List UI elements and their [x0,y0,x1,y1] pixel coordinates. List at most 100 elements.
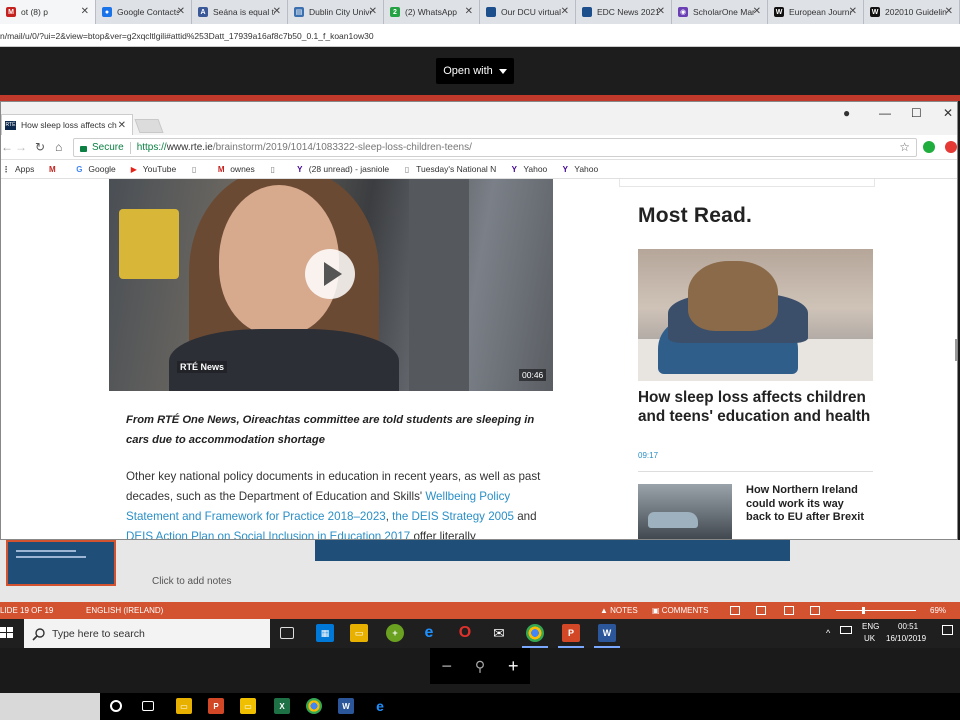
reload-icon[interactable]: ↻ [35,140,45,154]
reading-view-icon[interactable] [784,606,794,615]
close-tab-icon[interactable]: ✕ [849,6,857,17]
bookmark-item[interactable]: Y (28 unread) - jasniole [295,164,389,174]
file-explorer-icon[interactable]: ▭ [350,624,368,642]
input-language[interactable]: ENG [862,622,879,631]
taskbar-search-input[interactable]: Type here to search [24,619,270,648]
chrome-icon[interactable] [306,698,322,714]
deis-strategy-link[interactable]: the DEIS Strategy 2005 [392,510,514,523]
second-article-title-link[interactable]: How Northern Ireland could work its way … [746,484,871,525]
close-tab-icon[interactable]: ✕ [177,6,185,17]
outer-tab[interactable]: W 202010 Guideline ✕ [864,0,960,24]
opera-icon[interactable]: O [456,624,474,642]
profile-icon[interactable]: ● [843,106,850,120]
bookmark-item[interactable]: ▯ [189,164,203,174]
close-tab-icon[interactable]: ✕ [657,6,665,17]
comments-button[interactable]: ▣ COMMENTS [652,606,708,615]
back-icon[interactable]: ← [1,140,13,154]
bookmark-item[interactable]: M [47,164,61,174]
outer-tab[interactable]: EDC News 2021 ✕ [576,0,672,24]
extension-check-icon[interactable] [923,141,935,153]
cortana-icon[interactable] [110,700,122,712]
notes-button[interactable]: ▲ NOTES [600,606,638,615]
bookmark-item[interactable]: ▯ Tuesday's National N [402,164,496,174]
close-tab-icon[interactable]: ✕ [753,6,761,17]
magnifier-icon[interactable]: ⚲ [475,658,485,675]
app-green-icon[interactable]: + [386,624,404,642]
second-article-image[interactable] [638,484,732,539]
outer-tab[interactable]: W European Journa ✕ [768,0,864,24]
clock-date[interactable]: 16/10/2019 [886,634,926,643]
powerpoint-icon[interactable]: P [562,624,580,642]
outer-tab[interactable]: ● Google Contacts ✕ [96,0,192,24]
bookmark-item[interactable]: G Google [74,164,116,174]
slideshow-icon[interactable] [810,606,820,615]
bookmark-item[interactable]: ▯ [268,164,282,174]
most-read-title-link[interactable]: How sleep loss affects children and teen… [638,388,878,426]
bookmark-item[interactable]: ⋮ Apps [1,164,34,174]
close-tab-icon[interactable]: ✕ [369,6,377,17]
network-icon[interactable] [840,626,852,634]
bookmark-item[interactable]: Mownes [216,164,255,174]
extension-stop-icon[interactable] [945,141,957,153]
close-tab-icon[interactable]: ✕ [81,6,89,17]
task-view-icon[interactable] [142,701,154,711]
close-tab-icon[interactable]: ✕ [561,6,569,17]
outer-tab[interactable]: A Seána is equal to ✕ [192,0,288,24]
excel-icon[interactable]: X [274,698,290,714]
task-view-icon[interactable] [280,627,294,639]
outer-tab[interactable]: 2 (2) WhatsApp ✕ [384,0,480,24]
news-video[interactable]: RTÉ News 00:46 [109,179,553,391]
zoom-out-icon[interactable]: − [441,656,452,677]
outer-tab[interactable]: Mot (8) p ✕ [0,0,96,24]
slide-sorter-icon[interactable] [756,606,766,615]
word-icon[interactable]: W [598,624,616,642]
language-indicator[interactable]: ENGLISH (IRELAND) [86,606,163,615]
outer-tab[interactable]: ◉ ScholarOne Manu ✕ [672,0,768,24]
sticky-notes-icon[interactable]: ▭ [240,698,256,714]
chrome-icon[interactable] [526,624,544,642]
zoom-slider[interactable] [836,607,916,614]
home-icon[interactable]: ⌂ [55,140,62,154]
clock-time[interactable]: 00:51 [898,622,918,631]
page-scrollbar[interactable] [955,339,957,361]
open-with-button[interactable]: Open with [436,58,514,84]
outer-address-bar[interactable]: n/mail/u/0/?ui=2&view=btop&ver=g2xqcltlg… [0,24,960,47]
mail-icon[interactable]: ✉ [490,624,508,642]
zoom-slider-knob[interactable] [862,607,865,614]
edge-icon[interactable]: e [372,698,388,714]
close-tab-icon[interactable]: ✕ [273,6,281,17]
edge-icon[interactable]: e [420,624,438,642]
notes-placeholder[interactable]: Click to add notes [152,576,232,587]
tray-expand-icon[interactable]: ^ [826,628,830,638]
bookmark-item[interactable]: Y Yahoo [509,164,548,174]
forward-icon[interactable]: → [15,140,27,154]
inner-active-tab[interactable]: RTÉ How sleep loss affects ch ✕ [1,114,133,135]
outer-tab[interactable]: ▤ Dublin City Unive ✕ [288,0,384,24]
new-tab-button[interactable] [134,119,164,133]
close-window-icon[interactable]: ✕ [943,106,953,120]
close-tab-icon[interactable]: ✕ [945,6,953,17]
file-explorer-icon[interactable]: ▭ [176,698,192,714]
close-tab-icon[interactable]: ✕ [465,6,473,17]
notifications-icon[interactable] [942,625,953,635]
powerpoint-icon[interactable]: P [208,698,224,714]
outer-taskbar-search-area[interactable] [0,693,100,720]
store-icon[interactable]: ▦ [316,624,334,642]
close-tab-icon[interactable]: ✕ [118,120,126,131]
normal-view-icon[interactable] [730,606,740,615]
deis-action-plan-link[interactable]: DEIS Action Plan on Social Inclusion in … [126,530,410,539]
outer-tab[interactable]: Our DCU virtual ✕ [480,0,576,24]
zoom-in-icon[interactable]: + [508,656,519,677]
minimize-icon[interactable]: — [879,106,891,120]
play-icon[interactable] [305,249,355,299]
bookmark-item[interactable]: Y Yahoo [560,164,599,174]
inner-address-bar[interactable]: Secure https:// www.rte.ie /brainstorm/2… [73,138,917,157]
slide-canvas[interactable] [315,540,790,561]
slide-thumbnail[interactable] [6,540,116,586]
zoom-level[interactable]: 69% [930,606,946,615]
bookmark-star-icon[interactable]: ☆ [899,140,910,154]
input-region[interactable]: UK [864,634,875,643]
most-read-image[interactable] [638,249,873,381]
maximize-icon[interactable]: ☐ [911,106,922,120]
word-icon[interactable]: W [338,698,354,714]
